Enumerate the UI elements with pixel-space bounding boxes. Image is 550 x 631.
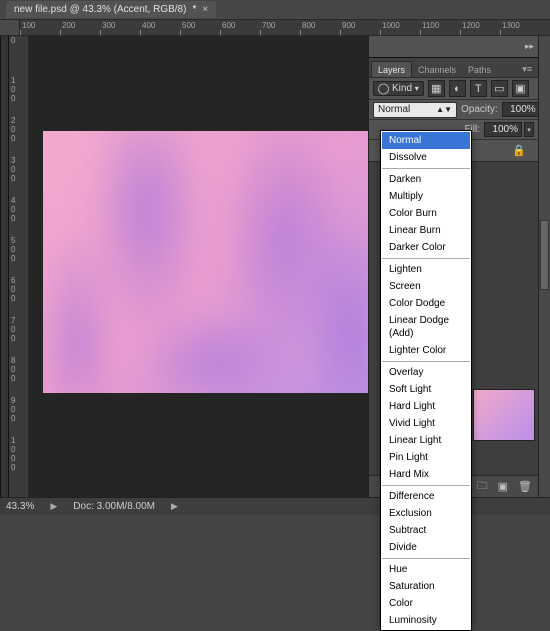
blend-option-color[interactable]: Color <box>382 595 470 612</box>
ruler-tick: 200 <box>9 116 28 143</box>
ruler-tick: 1000 <box>9 436 28 472</box>
tab-channels[interactable]: Channels <box>412 62 462 77</box>
ruler-tick: 800 <box>9 356 28 383</box>
blend-option-difference[interactable]: Difference <box>382 488 470 505</box>
ruler-tick: 700 <box>262 21 275 30</box>
filter-adjust-icon[interactable]: ◐ <box>449 80 466 97</box>
vertical-scrollbar[interactable] <box>538 36 550 497</box>
filter-smart-icon[interactable]: ▣ <box>512 80 529 97</box>
status-arrow-icon[interactable]: ▶ <box>50 501 57 512</box>
menu-separator <box>382 361 470 362</box>
artwork <box>43 131 368 393</box>
ruler-tick: 100 <box>22 21 35 30</box>
vertical-ruler: 0 100 200 300 400 500 600 700 800 900 1000 <box>9 36 29 497</box>
blend-option-linear-light[interactable]: Linear Light <box>382 432 470 449</box>
chevron-down-icon: ▲▼ <box>436 105 452 114</box>
blend-option-divide[interactable]: Divide <box>382 539 470 556</box>
blend-mode-value: Normal <box>378 104 410 115</box>
ruler-tick: 400 <box>9 196 28 223</box>
fill-field[interactable]: 100% <box>484 122 522 137</box>
doc-size: Doc: 3.00M/8.00M <box>73 501 155 512</box>
ruler-tick: 600 <box>9 276 28 303</box>
blend-option-multiply[interactable]: Multiply <box>382 188 470 205</box>
tab-layers[interactable]: Layers <box>371 61 412 77</box>
opacity-label: Opacity: <box>461 104 498 115</box>
blend-option-overlay[interactable]: Overlay <box>382 364 470 381</box>
document-title: new file.psd @ 43.3% (Accent, RGB/8) <box>14 4 186 15</box>
blend-option-hard-light[interactable]: Hard Light <box>382 398 470 415</box>
ruler-tick: 300 <box>102 21 115 30</box>
ruler-tick: 800 <box>302 21 315 30</box>
blend-option-color-burn[interactable]: Color Burn <box>382 205 470 222</box>
menu-separator <box>382 558 470 559</box>
ruler-tick: 700 <box>9 316 28 343</box>
horizontal-ruler: 100 200 300 400 500 600 700 800 900 1000 1100 1200 1… <box>0 20 550 36</box>
ruler-tick: 600 <box>222 21 235 30</box>
panel-options-icon[interactable]: ▾≡ <box>516 61 538 77</box>
blend-option-darken[interactable]: Darken <box>382 171 470 188</box>
panel-collapse-bar[interactable]: ▸▸ <box>369 36 538 58</box>
blend-option-pin-light[interactable]: Pin Light <box>382 449 470 466</box>
ruler-tick: 300 <box>9 156 28 183</box>
trash-icon[interactable]: 🗑 <box>518 480 532 493</box>
blend-option-hue[interactable]: Hue <box>382 561 470 578</box>
blend-option-saturation[interactable]: Saturation <box>382 578 470 595</box>
ruler-tick: 1100 <box>422 21 439 30</box>
tab-paths[interactable]: Paths <box>462 62 497 77</box>
ruler-tick: 0 <box>9 36 28 45</box>
document-tab[interactable]: new file.psd @ 43.3% (Accent, RGB/8) * × <box>6 1 216 18</box>
blend-option-lighten[interactable]: Lighten <box>382 261 470 278</box>
blend-option-dissolve[interactable]: Dissolve <box>382 149 470 166</box>
blend-option-linear-dodge-add-[interactable]: Linear Dodge (Add) <box>382 312 470 342</box>
panel-menu-icon[interactable]: ▸▸ <box>525 41 534 52</box>
status-menu-icon[interactable]: ▶ <box>171 501 178 512</box>
menu-separator <box>382 485 470 486</box>
document-tab-bar: new file.psd @ 43.3% (Accent, RGB/8) * × <box>0 0 550 20</box>
blend-option-darker-color[interactable]: Darker Color <box>382 239 470 256</box>
ruler-tick: 1300 <box>502 21 520 30</box>
close-icon[interactable]: × <box>202 4 208 15</box>
ruler-tick: 500 <box>182 21 195 30</box>
filter-type-icon[interactable]: T <box>470 80 487 97</box>
lock-icon[interactable]: 🔒 <box>512 144 526 157</box>
ruler-tick: 100 <box>9 76 28 103</box>
canvas-area[interactable] <box>29 36 368 497</box>
layer-filter-row: Kind ▾ ▦ ◐ T ▭ ▣ <box>369 78 538 100</box>
blend-option-color-dodge[interactable]: Color Dodge <box>382 295 470 312</box>
blend-option-subtract[interactable]: Subtract <box>382 522 470 539</box>
dirty-indicator: * <box>192 4 196 15</box>
blend-option-luminosity[interactable]: Luminosity <box>382 612 470 629</box>
blend-option-hard-mix[interactable]: Hard Mix <box>382 466 470 483</box>
ruler-tick: 900 <box>9 396 28 423</box>
left-strip <box>0 36 9 497</box>
ruler-tick: 1200 <box>462 21 480 30</box>
ruler-tick: 1000 <box>382 21 400 30</box>
opacity-field[interactable]: 100% <box>502 102 540 117</box>
blend-mode-menu[interactable]: NormalDissolveDarkenMultiplyColor BurnLi… <box>380 130 472 631</box>
scrollbar-thumb[interactable] <box>540 220 549 290</box>
ruler-tick: 200 <box>62 21 75 30</box>
zoom-field[interactable]: 43.3% <box>6 501 34 512</box>
folder-icon[interactable]: 🗀 <box>477 477 488 496</box>
ruler-tick: 900 <box>342 21 355 30</box>
filter-shape-icon[interactable]: ▭ <box>491 80 508 97</box>
layer-thumbnail[interactable] <box>473 389 535 441</box>
blend-option-screen[interactable]: Screen <box>382 278 470 295</box>
menu-separator <box>382 258 470 259</box>
blend-option-exclusion[interactable]: Exclusion <box>382 505 470 522</box>
new-layer-icon[interactable]: ▣ <box>498 480 508 493</box>
fill-stepper[interactable]: ▾ <box>524 122 534 137</box>
blend-option-normal[interactable]: Normal <box>382 132 470 149</box>
ruler-origin[interactable] <box>0 20 20 35</box>
blend-mode-dropdown[interactable]: Normal ▲▼ <box>373 102 457 118</box>
blend-option-vivid-light[interactable]: Vivid Light <box>382 415 470 432</box>
filter-kind-dropdown[interactable]: Kind ▾ <box>373 81 424 96</box>
menu-separator <box>382 168 470 169</box>
filter-pixel-icon[interactable]: ▦ <box>428 80 445 97</box>
blend-option-linear-burn[interactable]: Linear Burn <box>382 222 470 239</box>
blend-option-lighter-color[interactable]: Lighter Color <box>382 342 470 359</box>
blend-option-soft-light[interactable]: Soft Light <box>382 381 470 398</box>
ruler-tick: 500 <box>9 236 28 263</box>
ruler-tick: 400 <box>142 21 155 30</box>
